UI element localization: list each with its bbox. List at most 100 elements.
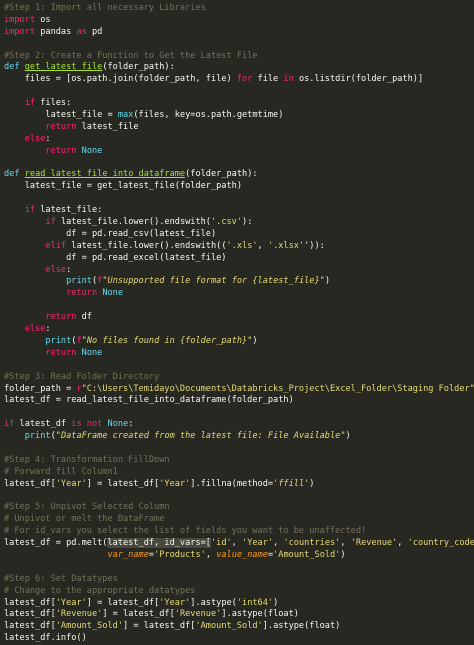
code-line[interactable]: latest_df = pd.melt(latest_df, id_vars=[… xyxy=(4,538,474,550)
code-line[interactable]: return latest_file xyxy=(4,122,474,134)
code-line[interactable]: latest_df['Revenue'] = latest_df['Revenu… xyxy=(4,609,474,621)
code-line[interactable]: return None xyxy=(4,146,474,158)
code-line[interactable] xyxy=(4,300,474,312)
code-line[interactable] xyxy=(4,158,474,170)
code-line[interactable]: def read_latest_file_into_dataframe(fold… xyxy=(4,169,474,181)
code-token: latest_df = read_latest_file_into_datafr… xyxy=(4,395,294,406)
code-token: pd xyxy=(86,26,103,37)
code-line[interactable]: elif latest_file.lower().endswith(('.xls… xyxy=(4,241,474,253)
code-line[interactable]: latest_file = max(files, key=os.path.get… xyxy=(4,110,474,122)
code-token: ].astype(float) xyxy=(221,609,299,620)
code-line[interactable]: return None xyxy=(4,288,474,300)
code-line[interactable]: var_name='Products', value_name='Amount_… xyxy=(4,550,474,562)
code-token: 'country_code' xyxy=(407,538,474,549)
code-token: latest_df[ xyxy=(4,597,56,608)
code-token: df xyxy=(76,312,92,323)
code-line[interactable]: else: xyxy=(4,265,474,277)
code-line[interactable] xyxy=(4,443,474,455)
code-line[interactable]: df = pd.read_excel(latest_file) xyxy=(4,253,474,265)
code-line[interactable] xyxy=(4,86,474,98)
code-line[interactable]: if latest_file.lower().endswith('.csv'): xyxy=(4,217,474,229)
code-line[interactable]: import os xyxy=(4,15,474,27)
code-token: : xyxy=(45,324,51,335)
code-token: 'Amount_Sold' xyxy=(55,621,124,632)
code-line[interactable]: # Change to the appropriate datatypes xyxy=(4,586,474,598)
code-token: 'Revenue' xyxy=(174,609,222,620)
code-token: 'Year' xyxy=(55,597,87,608)
code-line[interactable]: return df xyxy=(4,312,474,324)
code-line[interactable]: folder_path = r"C:\Users\Temidayo\Docume… xyxy=(4,384,474,396)
code-line[interactable] xyxy=(4,360,474,372)
code-line[interactable]: print("DataFrame created from the latest… xyxy=(4,431,474,443)
code-line[interactable] xyxy=(4,491,474,503)
code-token: # Forward fill Column1 xyxy=(4,466,118,477)
code-token: folder_path = xyxy=(4,383,77,394)
code-token: "C:\Users\Temidayo\Documents\Databricks_… xyxy=(81,383,474,394)
code-line[interactable] xyxy=(4,562,474,574)
code-line[interactable]: #Step 4: Transformation FillDown xyxy=(4,455,474,467)
code-line[interactable]: #Step 2: Create a Function to Get the La… xyxy=(4,51,474,63)
code-line[interactable]: latest_file = get_latest_file(folder_pat… xyxy=(4,181,474,193)
code-token: else xyxy=(24,133,46,144)
code-token: 'Amount_Sold' xyxy=(195,621,263,632)
code-editor[interactable]: #Step 1: Import all necessary Libraries i… xyxy=(0,0,474,643)
code-line[interactable]: print(f"No files found in {folder_path}"… xyxy=(4,336,474,348)
code-token: (folder_path): xyxy=(102,62,175,73)
code-line[interactable]: #Step 1: Import all necessary Libraries xyxy=(4,3,474,15)
code-token: for xyxy=(236,74,253,85)
code-token: max xyxy=(117,110,134,121)
code-token: if xyxy=(24,205,36,216)
code-line[interactable]: files = [os.path.join(folder_path, file)… xyxy=(4,74,474,86)
code-line[interactable]: latest_df = read_latest_file_into_datafr… xyxy=(4,395,474,407)
code-token: None xyxy=(81,347,103,358)
code-token: if xyxy=(4,419,15,430)
code-token: latest_df.info() xyxy=(4,633,87,644)
code-line[interactable]: df = pd.read_csv(latest_file) xyxy=(4,229,474,241)
code-token: value_name xyxy=(216,549,268,560)
code-line[interactable]: else: xyxy=(4,324,474,336)
code-token: 'countries' xyxy=(283,538,341,549)
code-token: ].fillna(method= xyxy=(190,478,274,489)
code-token: ] = latest_df[ xyxy=(86,597,160,608)
code-line[interactable]: if latest_file: xyxy=(4,205,474,217)
code-token: '.xls' xyxy=(226,240,258,251)
code-line[interactable]: if files: xyxy=(4,98,474,110)
code-token: else xyxy=(24,324,46,335)
code-line[interactable]: #Step 6: Set Datatypes xyxy=(4,574,474,586)
code-token: : xyxy=(128,419,134,430)
code-token: #Step 6: Set Datatypes xyxy=(4,573,118,584)
code-line[interactable]: latest_df['Amount_Sold'] = latest_df['Am… xyxy=(4,621,474,633)
code-line[interactable] xyxy=(4,39,474,51)
code-line[interactable]: if latest_df is not None: xyxy=(4,419,474,431)
code-line[interactable]: def get_latest_file(folder_path): xyxy=(4,62,474,74)
code-line[interactable]: #Step 5: Unpivot Selected Column xyxy=(4,502,474,514)
code-line[interactable]: print(f"Unsupported file format for {lat… xyxy=(4,276,474,288)
code-token: files = [os.path.join(folder_path, file) xyxy=(4,74,237,85)
code-line[interactable]: latest_df['Year'] = latest_df['Year'].fi… xyxy=(4,479,474,491)
code-line[interactable]: #Step 3: Read Folder Directory xyxy=(4,372,474,384)
code-line[interactable]: latest_df.info() xyxy=(4,633,474,645)
code-token: 'Revenue' xyxy=(55,609,103,620)
code-token: latest_df[ xyxy=(4,621,56,632)
code-line[interactable]: # Unpivot or melt the DataFrame xyxy=(4,514,474,526)
code-line[interactable]: import pandas as pd xyxy=(4,27,474,39)
code-token: latest_file = xyxy=(4,110,118,121)
code-line[interactable]: # Forward fill Column1 xyxy=(4,467,474,479)
code-token: os.listdir(folder_path)] xyxy=(293,74,424,85)
code-line[interactable]: latest_df['Year'] = latest_df['Year'].as… xyxy=(4,598,474,610)
code-line[interactable]: # For id_vars you select the list of fie… xyxy=(4,526,474,538)
code-line[interactable]: return None xyxy=(4,348,474,360)
code-line[interactable] xyxy=(4,193,474,205)
code-line[interactable]: else: xyxy=(4,134,474,146)
code-token: if xyxy=(45,217,56,228)
code-line[interactable] xyxy=(4,407,474,419)
